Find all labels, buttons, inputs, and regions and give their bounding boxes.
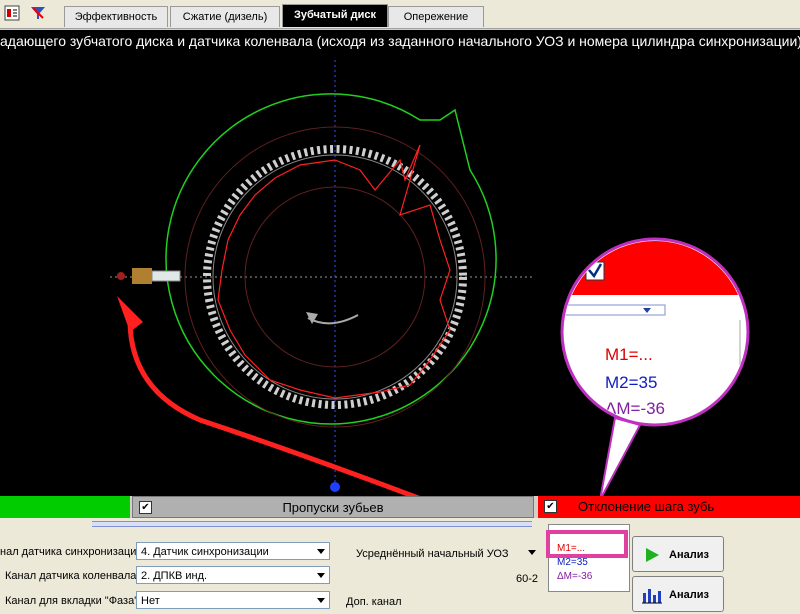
extra-channel-label: Доп. канал: [346, 596, 402, 608]
highlight-box: [546, 530, 628, 558]
missing-teeth-label: Пропуски зубьев: [282, 500, 384, 515]
strip-ok: [0, 496, 130, 518]
zoom-scroll: [564, 304, 666, 316]
phase-channel-label: Канал для вкладки "Фаза": [5, 595, 139, 607]
dm-value: ΔM=-36: [557, 571, 593, 582]
panel-scrollbar[interactable]: [92, 521, 532, 527]
tab-efficiency[interactable]: Эффективность: [64, 6, 168, 27]
filter-icon[interactable]: [30, 5, 46, 21]
deviation-curve: [217, 144, 451, 399]
step-deviation-checkbox[interactable]: ✔: [544, 500, 557, 513]
sync-channel-label: нал датчика синхронизации: [0, 546, 143, 558]
play-icon: [646, 548, 659, 562]
sensor-tip: [151, 270, 181, 282]
disk-type: 60-2: [516, 573, 539, 585]
sync-channel-select[interactable]: 4. Датчик синхронизации: [136, 542, 330, 560]
chevron-down-icon: [317, 549, 325, 554]
m2-value: M2=35: [557, 557, 588, 568]
sync-dot: [330, 482, 340, 492]
crank-channel-select[interactable]: 2. ДПКВ инд.: [136, 566, 330, 584]
sensor-dot: [117, 272, 125, 280]
tab-compression[interactable]: Сжатие (дизель): [170, 6, 280, 27]
zoom-m1: M1=...: [605, 345, 653, 364]
avg-uoz-label: Усреднённый начальный УОЗ: [356, 548, 509, 560]
page-title: адающего зубчатого диска и датчика колен…: [0, 30, 800, 52]
tab-gear-disk[interactable]: Зубчатый диск: [282, 4, 388, 27]
step-deviation-label: Отклонение шага зубь: [578, 499, 715, 514]
analyze-chart-button[interactable]: Анализ: [632, 576, 724, 612]
strip-missing-teeth[interactable]: ✔ Пропуски зубьев: [132, 496, 534, 518]
tab-advance[interactable]: Опережение: [388, 6, 484, 27]
toolbar: Эффективность Сжатие (дизель) Зубчатый д…: [0, 0, 800, 29]
strip-step-deviation[interactable]: ✔ Отклонение шага зубь: [538, 496, 800, 518]
analyze-button[interactable]: Анализ: [632, 536, 724, 572]
crank-channel-label: Канал датчика коленвала: [5, 570, 137, 582]
phase-channel-select[interactable]: Нет: [136, 591, 330, 609]
chart-icon: [642, 589, 662, 604]
chevron-down-icon: [317, 573, 325, 578]
sensor-body: [132, 268, 152, 284]
disk-visualization: M1=... M2=35 ΔM=-36: [0, 52, 800, 496]
report-icon[interactable]: [4, 5, 20, 21]
chevron-down-icon: [317, 598, 325, 603]
zoom-m2: M2=35: [605, 373, 657, 392]
chevron-down-icon[interactable]: [528, 550, 536, 555]
